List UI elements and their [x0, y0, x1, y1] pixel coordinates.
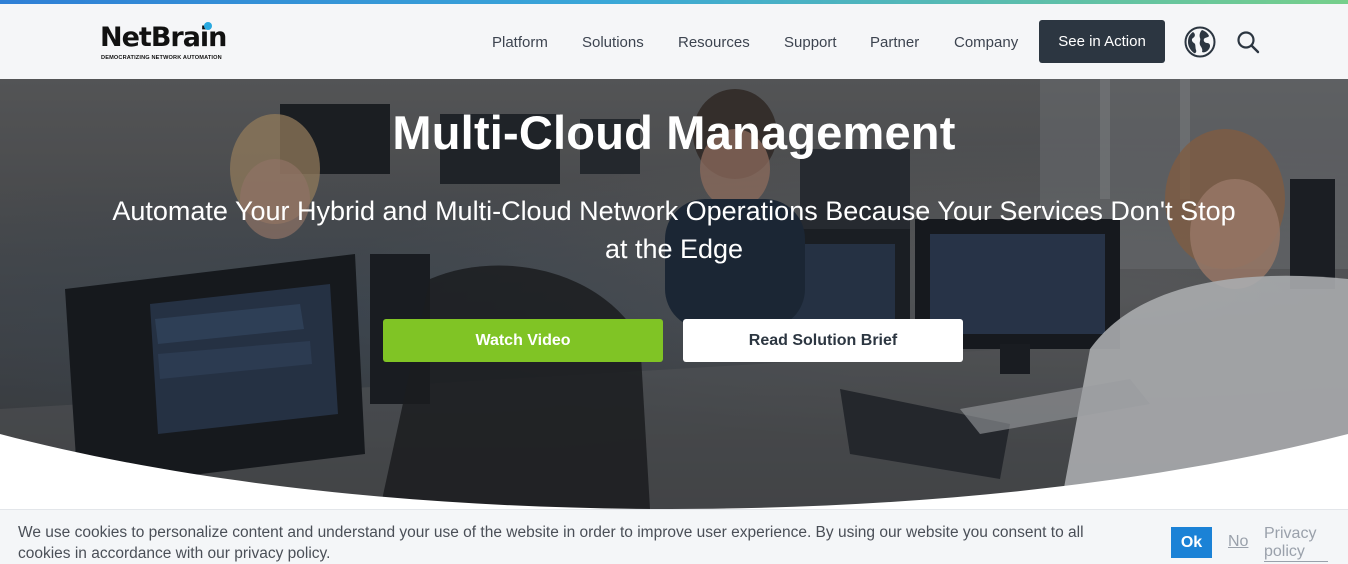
- cookie-banner: We use cookies to personalize content an…: [0, 509, 1348, 564]
- watch-video-button[interactable]: Watch Video: [383, 319, 663, 362]
- privacy-policy-link[interactable]: Privacy policy: [1264, 525, 1328, 562]
- nav-item-solutions[interactable]: Solutions: [582, 34, 644, 51]
- search-icon[interactable]: [1236, 30, 1260, 59]
- hero-banner: Multi-Cloud Management Automate Your Hyb…: [0, 79, 1348, 509]
- globe-icon[interactable]: [1184, 26, 1216, 63]
- hero-subtitle: Automate Your Hybrid and Multi-Cloud Net…: [112, 196, 1236, 264]
- nav-item-platform[interactable]: Platform: [492, 34, 548, 51]
- read-solution-brief-button[interactable]: Read Solution Brief: [683, 319, 963, 362]
- nav-item-company[interactable]: Company: [954, 34, 1018, 51]
- nav-item-support[interactable]: Support: [784, 34, 837, 51]
- page-title: Multi-Cloud Management: [392, 106, 956, 159]
- nav-item-partner[interactable]: Partner: [870, 34, 919, 51]
- nav-item-resources[interactable]: Resources: [678, 34, 750, 51]
- see-in-action-button[interactable]: See in Action: [1039, 20, 1165, 63]
- site-header: NetBrain DEMOCRATIZING NETWORK AUTOMATIO…: [0, 4, 1348, 79]
- cookie-message: We use cookies to personalize content an…: [18, 524, 1084, 562]
- cookie-ok-button[interactable]: Ok: [1171, 527, 1212, 558]
- cookie-no-link[interactable]: No: [1228, 533, 1248, 551]
